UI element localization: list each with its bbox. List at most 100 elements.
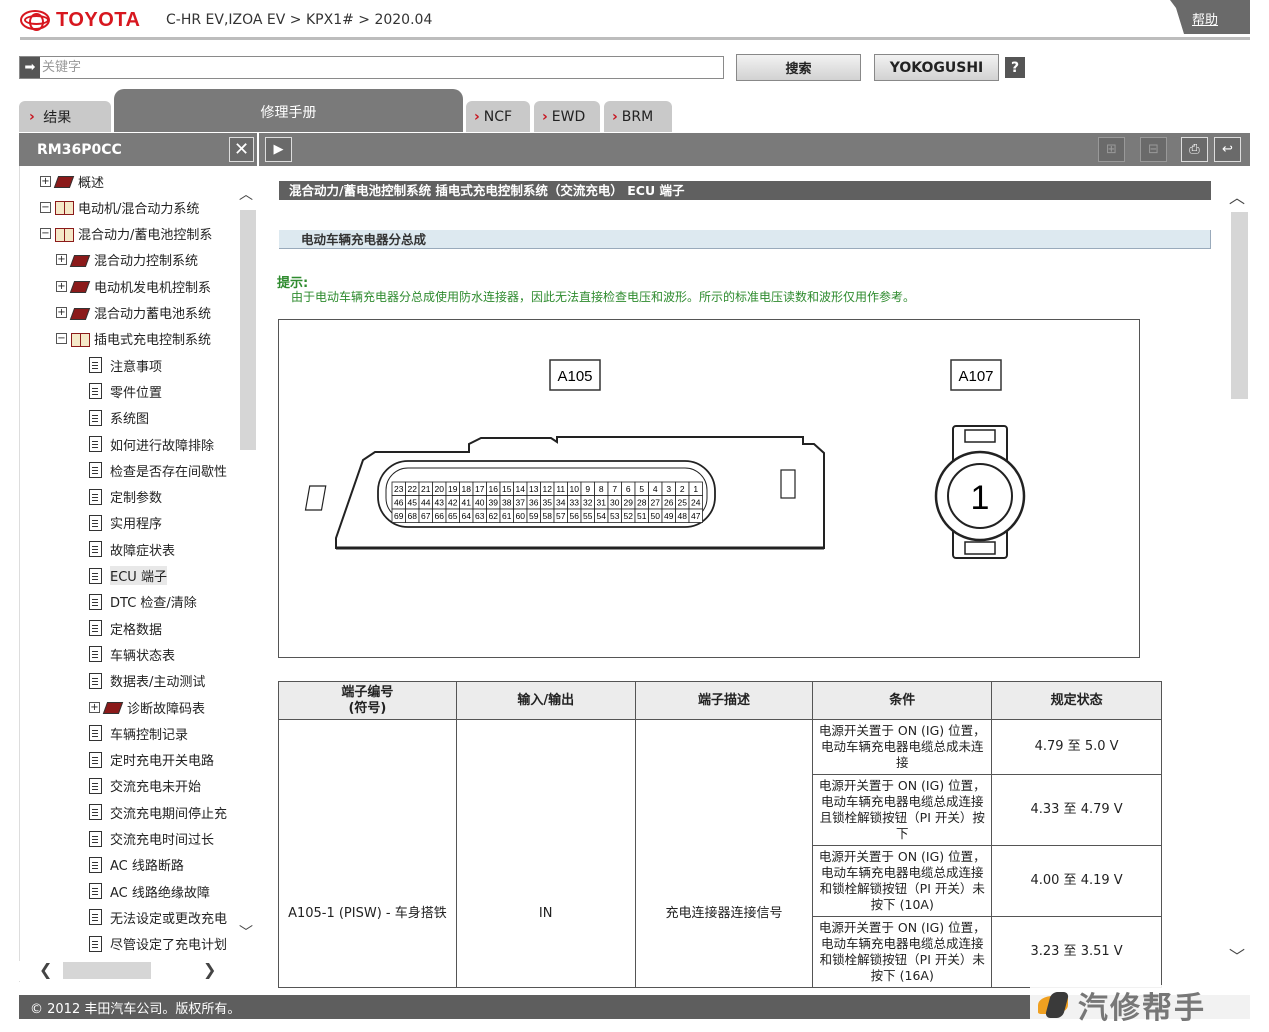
pin-number: 66	[435, 511, 445, 521]
pin-number: 68	[408, 511, 418, 521]
pin-number: 47	[691, 511, 701, 521]
tree-item[interactable]: 车辆状态表	[89, 644, 175, 664]
tree-item[interactable]: − 插电式充电控制系统	[56, 329, 211, 349]
description-cell: 充电连接器连接信号	[634, 719, 814, 988]
table-row: A105-1 (PISW) - 车身搭铁 IN 充电连接器连接信号 电源开关置于…	[278, 719, 1162, 988]
tab-brm[interactable]: › BRM	[604, 101, 672, 132]
content-vscroll-thumb[interactable]	[1231, 212, 1248, 399]
tree-item[interactable]: 检查是否存在间歇性	[89, 460, 227, 480]
collapse-node-icon[interactable]: −	[56, 333, 67, 345]
tree-item[interactable]: DTC 检查/清除	[89, 592, 197, 612]
play-expand-icon[interactable]: ▶	[265, 137, 292, 162]
tree-item[interactable]: 交流充电期间停止充	[89, 802, 227, 822]
tree-item[interactable]: 交流充电未开始	[89, 776, 201, 796]
scroll-up-icon[interactable]: ︿	[239, 184, 253, 204]
tree-item[interactable]: 定格数据	[89, 618, 162, 638]
section-title: 混合动力/蓄电池控制系统 插电式充电控制系统（交流充电） ECU 端子	[279, 181, 1211, 200]
print-icon[interactable]: ⎙	[1181, 137, 1208, 162]
tree-item[interactable]: 定时充电开关电路	[89, 750, 214, 770]
tree-item[interactable]: − 混合动力/蓄电池控制系	[40, 224, 212, 244]
tree-item[interactable]: 系统图	[89, 408, 149, 428]
pin-number: 42	[448, 498, 458, 508]
document-icon	[89, 409, 102, 426]
tree-item[interactable]: ECU 端子	[89, 566, 167, 586]
tree-item[interactable]: 故障症状表	[89, 539, 175, 559]
tab-label: BRM	[621, 108, 654, 125]
watermark-logo-icon	[1036, 990, 1074, 1020]
tab-label: EWD	[551, 108, 586, 125]
tree-item[interactable]: 车辆控制记录	[89, 723, 188, 743]
sidebar-vscroll-thumb[interactable]	[240, 210, 256, 450]
help-link[interactable]: 帮助	[1192, 9, 1218, 28]
pin-number: 43	[435, 498, 445, 508]
tree-item[interactable]: 交流充电时间过长	[89, 829, 214, 849]
tree-item[interactable]: + 电动机发电机控制系	[56, 276, 211, 296]
return-icon[interactable]: ↩	[1214, 137, 1241, 162]
tree-item[interactable]: + 混合动力控制系统	[56, 250, 198, 270]
tree-container: + 概述 − 电动机/混合动力系统 − 混合动力/蓄电池控制系 + 混合动力控制系统 + 电动机发…	[0, 0, 237, 961]
pin-number: 48	[678, 511, 688, 521]
document-icon	[89, 777, 102, 794]
pin-number: 57	[556, 511, 566, 521]
scroll-down-icon[interactable]: ﹀	[239, 922, 253, 942]
collapse-node-icon[interactable]: −	[40, 228, 51, 240]
tree-item[interactable]: AC 线路绝缘故障	[89, 881, 210, 901]
pin-number: 67	[421, 511, 431, 521]
search-button[interactable]: 搜索	[736, 54, 861, 81]
tree-item[interactable]: 零件位置	[89, 381, 162, 401]
content-scroll-down-icon[interactable]: ﹀	[1229, 943, 1245, 967]
closed-book-icon	[70, 252, 90, 268]
pin-number: 32	[583, 498, 593, 508]
content-scroll-up-icon[interactable]: ︿	[1229, 184, 1245, 208]
tree-item-label: 混合动力蓄电池系统	[94, 307, 212, 322]
tree-item[interactable]: 实用程序	[89, 513, 162, 533]
tree-item-label: 概述	[78, 175, 105, 191]
tree-item[interactable]: 定制参数	[89, 487, 162, 507]
expand-node-icon[interactable]: +	[56, 280, 67, 292]
condition-cell: 电源开关置于 ON (IG) 位置，电动车辆充电器电缆总成连接和锁栓解锁按钮（P…	[812, 916, 993, 988]
pin-number: 18	[462, 484, 472, 494]
collapse-all-icon[interactable]: ⊟	[1140, 137, 1167, 162]
yokogushi-button[interactable]: YOKOGUSHI	[874, 54, 999, 81]
expand-node-icon[interactable]: +	[40, 175, 51, 187]
scroll-right-icon[interactable]: ❯	[203, 960, 216, 979]
pin-number: 65	[448, 511, 458, 521]
tree-item[interactable]: + 概述	[40, 171, 104, 191]
document-icon	[89, 357, 102, 374]
pin-number: 29	[624, 498, 634, 508]
expand-all-icon[interactable]: ⊞	[1098, 137, 1125, 162]
collapse-node-icon[interactable]: −	[40, 201, 51, 213]
tab-ncf[interactable]: › NCF	[466, 101, 530, 132]
pin-number: 38	[502, 498, 512, 508]
pin-number: 17	[475, 484, 485, 494]
tree-item[interactable]: AC 线路断路	[89, 855, 184, 875]
tree-item[interactable]: 尽管设定了充电计划	[89, 934, 227, 954]
document-icon	[89, 383, 102, 400]
table-header-row: 端子编号 (符号) 输入/输出 端子描述 条件 规定状态	[278, 681, 1162, 720]
expand-node-icon[interactable]: +	[89, 701, 100, 713]
tree-item-label: 交流充电期间停止充	[110, 806, 228, 822]
scroll-left-icon[interactable]: ❮	[39, 960, 52, 979]
pin-number: 60	[516, 511, 526, 521]
pin-number: 61	[502, 511, 512, 521]
tree-item[interactable]: 数据表/主动测试	[89, 671, 205, 691]
pin-number: 56	[570, 511, 580, 521]
tree-item[interactable]: + 混合动力蓄电池系统	[56, 303, 211, 323]
tree-item[interactable]: 无法设定或更改充电	[89, 907, 227, 927]
tree-item[interactable]: + 诊断故障码表	[89, 697, 205, 717]
closed-book-icon	[70, 278, 90, 294]
closed-book-icon	[70, 305, 90, 321]
pin-number: 63	[475, 511, 485, 521]
tree-item-label: 混合动力/蓄电池控制系	[78, 228, 213, 244]
expand-node-icon[interactable]: +	[56, 307, 67, 318]
tree-item-label: 无法设定或更改充电	[110, 911, 228, 927]
tree-item[interactable]: 如何进行故障排除	[89, 434, 214, 454]
tab-ewd[interactable]: › EWD	[534, 101, 600, 132]
expand-node-icon[interactable]: +	[56, 254, 67, 266]
tree-item-label: 故障症状表	[110, 543, 176, 559]
tree-item[interactable]: 注意事项	[89, 355, 162, 375]
tree-item[interactable]: − 电动机/混合动力系统	[40, 197, 199, 217]
help-question-icon[interactable]: ?	[1005, 57, 1025, 78]
sidebar-hscroll-thumb[interactable]	[63, 962, 151, 979]
tree-item-label: 数据表/主动测试	[110, 675, 206, 691]
